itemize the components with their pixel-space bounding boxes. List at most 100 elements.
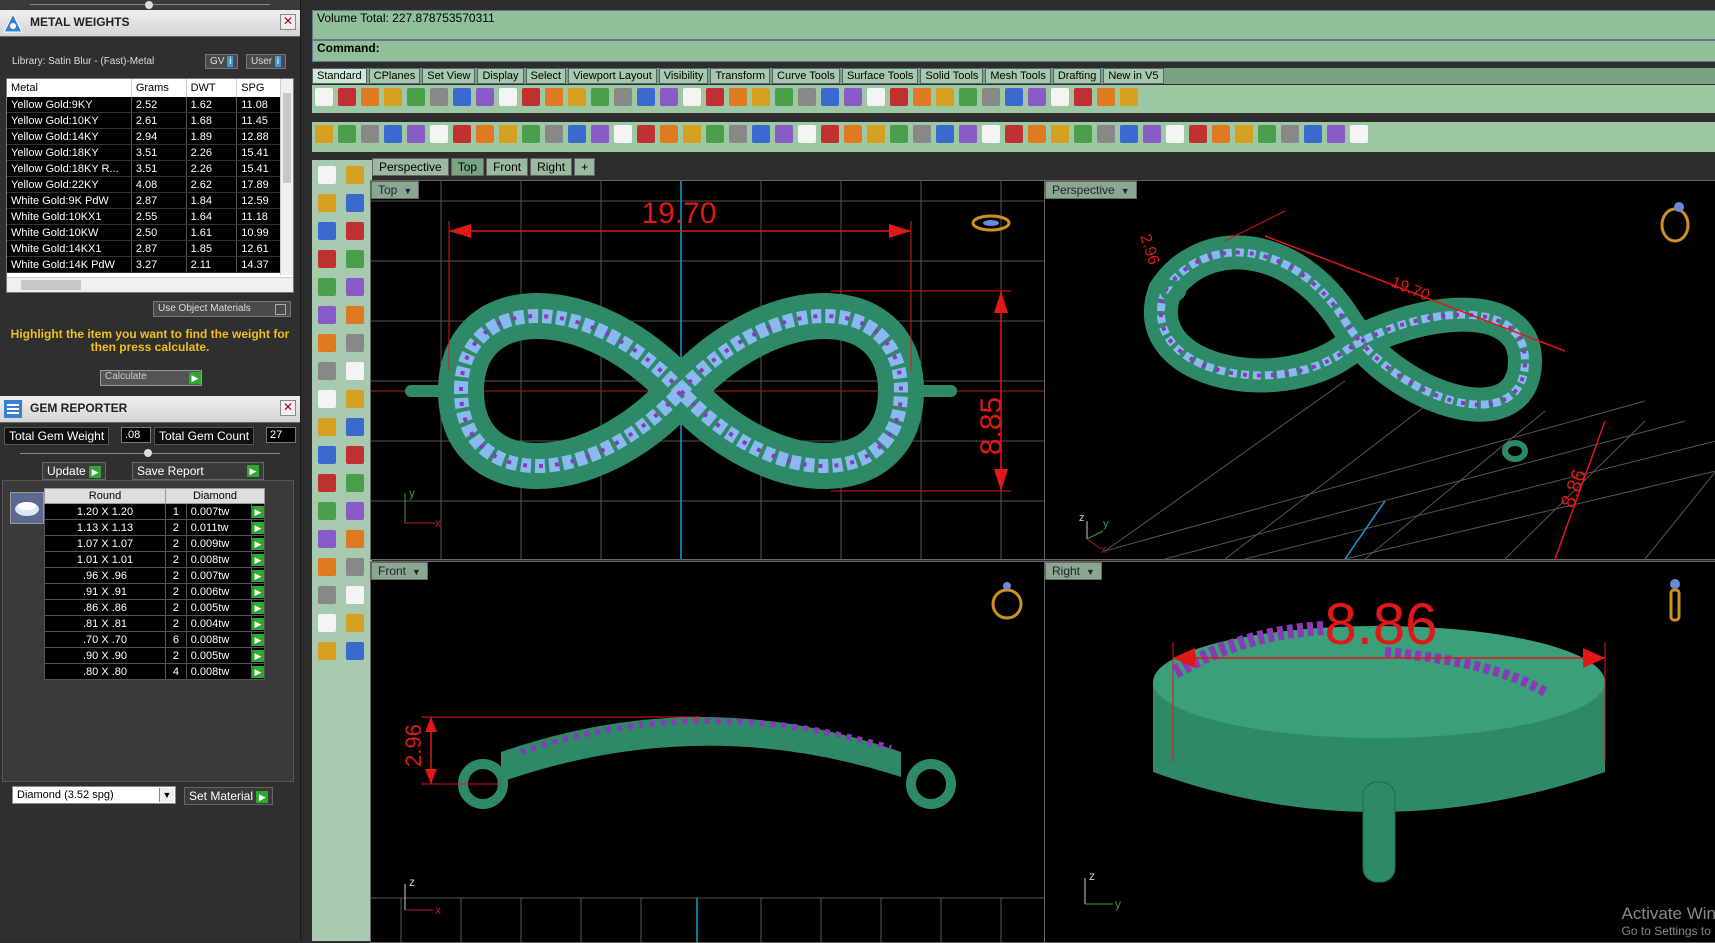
col-diamond[interactable]: Diamond [165, 488, 265, 504]
toolbar-tool-icon[interactable] [614, 125, 632, 143]
toolbar-tool-icon[interactable] [453, 88, 471, 106]
toolbar-tool-icon[interactable] [1005, 125, 1023, 143]
gem-row-arrow-icon[interactable]: ▶ [251, 503, 265, 520]
vp-tab-top[interactable]: Top [450, 158, 485, 176]
side-tool-icon[interactable] [346, 418, 364, 436]
gem-row[interactable]: 1.20 X 1.20 1 0.007tw ▶ [44, 503, 265, 520]
toolbar-tool-icon[interactable] [752, 88, 770, 106]
side-tool-icon[interactable] [318, 334, 336, 352]
tab-new-in-v5[interactable]: New in V5 [1103, 68, 1164, 84]
side-tool-icon[interactable] [318, 166, 336, 184]
table-row[interactable]: White Gold:9K PdW 2.87 1.84 12.59 [7, 192, 286, 209]
tab-mesh-tools[interactable]: Mesh Tools [985, 68, 1051, 84]
close-metal-weights-icon[interactable]: ✕ [280, 14, 296, 30]
toolbar-tool-icon[interactable] [867, 88, 885, 106]
table-row[interactable]: White Gold:10KX1 2.55 1.64 11.18 [7, 208, 286, 225]
toolbar-tool-icon[interactable] [729, 125, 747, 143]
toolbar-tool-icon[interactable] [844, 88, 862, 106]
vp-tab-front[interactable]: Front [486, 158, 529, 176]
tab-curve-tools[interactable]: Curve Tools [772, 68, 840, 84]
toolbar-tool-icon[interactable] [1189, 125, 1207, 143]
side-tool-icon[interactable] [346, 362, 364, 380]
gem-row-arrow-icon[interactable]: ▶ [251, 551, 265, 568]
toolbar-tool-icon[interactable] [430, 88, 448, 106]
toolbar-tool-icon[interactable] [1028, 88, 1046, 106]
table-row[interactable]: White Gold:10KW 2.50 1.61 10.99 [7, 224, 286, 241]
side-tool-icon[interactable] [346, 502, 364, 520]
table-row[interactable]: Yellow Gold:18KY 3.51 2.26 15.41 [7, 144, 286, 161]
table-row[interactable]: Yellow Gold:14KY 2.94 1.89 12.88 [7, 128, 286, 145]
toolbar-tool-icon[interactable] [338, 88, 356, 106]
toolbar-tool-icon[interactable] [1074, 88, 1092, 106]
side-tool-icon[interactable] [318, 446, 336, 464]
table-row[interactable]: Yellow Gold:10KY 2.61 1.68 11.45 [7, 112, 286, 129]
gem-row[interactable]: 1.07 X 1.07 2 0.009tw ▶ [44, 535, 265, 552]
tab-cplanes[interactable]: CPlanes [368, 68, 421, 84]
toolbar-tool-icon[interactable] [683, 88, 701, 106]
col-grams[interactable]: Grams [131, 79, 187, 97]
viewport-right-dropdown-icon[interactable]: ▼ [1086, 567, 1095, 577]
toolbar-tool-icon[interactable] [913, 125, 931, 143]
toolbar-tool-icon[interactable] [499, 125, 517, 143]
toolbar-tool-icon[interactable] [936, 88, 954, 106]
side-tool-icon[interactable] [318, 390, 336, 408]
tab-drafting[interactable]: Drafting [1052, 68, 1102, 84]
toolbar-tool-icon[interactable] [752, 125, 770, 143]
metal-table-hscroll[interactable] [7, 277, 293, 292]
col-metal[interactable]: Metal [7, 79, 132, 97]
toolbar-tool-icon[interactable] [453, 125, 471, 143]
viewport-right[interactable]: 8.86 z y Right ▼ Activate Win Go to Settin… [1044, 561, 1715, 943]
toolbar-tool-icon[interactable] [637, 125, 655, 143]
gem-row-arrow-icon[interactable]: ▶ [251, 615, 265, 632]
tab-viewport-layout[interactable]: Viewport Layout [568, 68, 657, 84]
material-select[interactable]: Diamond (3.52 spg) ▼ [12, 786, 176, 804]
panel-grip[interactable] [0, 0, 300, 10]
toolbar-tool-icon[interactable] [729, 88, 747, 106]
side-tool-icon[interactable] [346, 642, 364, 660]
gem-row[interactable]: .90 X .90 2 0.005tw ▶ [44, 647, 265, 664]
gem-row-arrow-icon[interactable]: ▶ [251, 567, 265, 584]
toolbar-tool-icon[interactable] [499, 88, 517, 106]
toolbar-tool-icon[interactable] [361, 88, 379, 106]
toolbar-tool-icon[interactable] [890, 125, 908, 143]
toolbar-tool-icon[interactable] [821, 88, 839, 106]
save-report-button[interactable]: Save Report ▶ [132, 462, 264, 480]
viewport-perspective-label[interactable]: Perspective ▼ [1045, 181, 1137, 199]
toolbar-tool-icon[interactable] [568, 125, 586, 143]
toolbar-tool-icon[interactable] [936, 125, 954, 143]
toolbar-tool-icon[interactable] [1051, 125, 1069, 143]
tab-standard[interactable]: Standard [312, 68, 367, 84]
side-tool-icon[interactable] [318, 194, 336, 212]
toolbar-tool-icon[interactable] [315, 88, 333, 106]
vp-tab-add[interactable]: + [574, 158, 596, 176]
tab-select[interactable]: Select [525, 68, 567, 84]
toolbar-tool-icon[interactable] [1051, 88, 1069, 106]
side-tool-icon[interactable] [318, 362, 336, 380]
side-tool-icon[interactable] [346, 474, 364, 492]
side-tool-icon[interactable] [346, 250, 364, 268]
toolbar-tool-icon[interactable] [545, 125, 563, 143]
metal-table-vscroll[interactable] [280, 79, 293, 275]
side-tool-icon[interactable] [346, 446, 364, 464]
table-row[interactable]: White Gold:14KX1 2.87 1.85 12.61 [7, 240, 286, 257]
side-tool-icon[interactable] [318, 558, 336, 576]
toolbar-tool-icon[interactable] [959, 88, 977, 106]
gem-row[interactable]: .91 X .91 2 0.006tw ▶ [44, 583, 265, 600]
side-tool-icon[interactable] [346, 614, 364, 632]
toolbar-tool-icon[interactable] [338, 125, 356, 143]
side-tool-icon[interactable] [346, 334, 364, 352]
chevron-down-icon[interactable]: ▼ [159, 788, 174, 802]
use-object-materials-checkbox[interactable] [275, 304, 286, 315]
toolbar-tool-icon[interactable] [1028, 125, 1046, 143]
viewport-top-dropdown-icon[interactable]: ▼ [403, 186, 412, 196]
side-tool-icon[interactable] [346, 306, 364, 324]
toolbar-tool-icon[interactable] [407, 88, 425, 106]
toolbar-tool-icon[interactable] [982, 125, 1000, 143]
calculate-button[interactable]: Calculate ▶ [100, 370, 202, 386]
gem-row[interactable]: .96 X .96 2 0.007tw ▶ [44, 567, 265, 584]
toolbar-tool-icon[interactable] [775, 88, 793, 106]
side-tool-icon[interactable] [346, 278, 364, 296]
tab-surface-tools[interactable]: Surface Tools [841, 68, 919, 84]
toolbar-tool-icon[interactable] [568, 88, 586, 106]
viewport-top-label[interactable]: Top ▼ [371, 181, 420, 199]
